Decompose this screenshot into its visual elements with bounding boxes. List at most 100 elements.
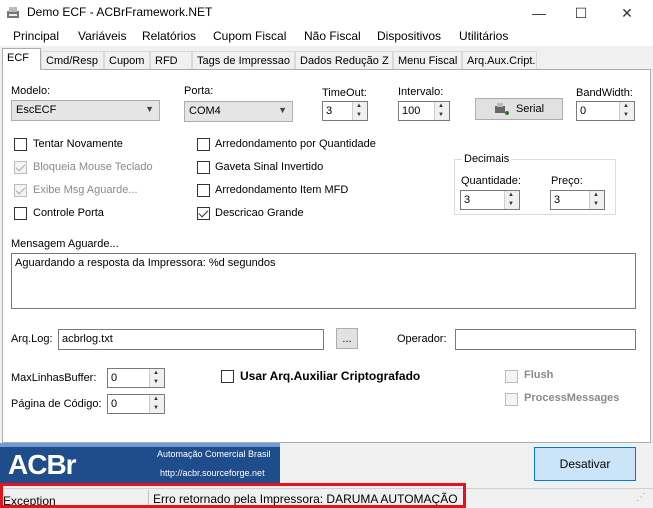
gaveta-sinal-label: Gaveta Sinal Invertido [215,161,324,173]
minimize-button[interactable]: — [516,0,562,26]
process-messages-checkbox[interactable] [505,393,518,406]
bloqueia-mouse-label: Bloqueia Mouse Teclado [33,161,153,173]
modelo-label: Modelo: [11,85,51,97]
timeout-spinner[interactable]: 3 ▲ ▼ [322,101,368,121]
spin-buttons[interactable]: ▲ ▼ [352,102,367,120]
resize-grip-icon[interactable]: ⋰ [636,492,646,503]
gaveta-sinal-checkbox[interactable] [197,161,210,174]
arredondamento-item-checkbox[interactable] [197,184,210,197]
menu-dispositivos[interactable]: Dispositivos [377,29,441,43]
desativar-label: Desativar [559,457,611,471]
quantidade-label: Quantidade: [461,175,521,187]
tab-arq-aux-cript[interactable]: Arq.Aux.Cript. [462,51,537,70]
modelo-value: EscECF [16,104,57,116]
usar-arq-auxiliar-label: Usar Arq.Auxiliar Criptografado [240,369,421,383]
acbr-logo: ACBr [8,449,77,480]
banner-stripe [0,443,280,447]
tentar-novamente-label: Tentar Novamente [33,138,123,150]
browse-label: ... [342,332,352,345]
close-button[interactable]: ✕ [604,0,650,26]
mensagem-textarea[interactable]: Aguardando a resposta da Impressora: %d … [11,253,636,309]
menu-variaveis[interactable]: Variáveis [78,29,126,43]
tab-rfd[interactable]: RFD [150,51,192,70]
usar-arq-auxiliar-checkbox[interactable] [221,370,234,383]
preco-label: Preço: [551,175,583,187]
quantidade-spinner[interactable]: 3 ▲ ▼ [460,190,520,210]
timeout-label: TimeOut: [322,87,367,99]
flush-label: Flush [524,369,554,381]
tab-dados-reducao-z[interactable]: Dados Redução Z [295,51,393,70]
serial-label: Serial [515,103,545,115]
menu-principal[interactable]: Principal [13,29,59,43]
tab-cmd-resp[interactable]: Cmd/Resp [41,51,104,70]
arredondamento-quantidade-checkbox[interactable] [197,138,210,151]
bandwidth-label: BandWidth: [576,87,633,99]
tentar-novamente-checkbox[interactable] [14,138,27,151]
timeout-value: 3 [326,105,333,117]
maxlinhas-label: MaxLinhasBuffer: [11,372,97,384]
tab-ecf[interactable]: ECF [2,48,41,70]
operador-label: Operador: [397,333,447,345]
error-highlight-box [0,483,466,508]
title-bar: Demo ECF - ACBrFramework.NET — ☐ ✕ [0,0,653,26]
mensagem-label: Mensagem Aguarde... [11,238,119,250]
arqlog-input[interactable]: acbrlog.txt [58,329,324,350]
tab-tags-impressao[interactable]: Tags de Impressao [192,51,295,70]
exibe-msg-label: Exibe Msg Aguarde... [33,184,138,196]
exibe-msg-checkbox[interactable] [14,184,27,197]
maximize-button[interactable]: ☐ [558,0,604,26]
acbr-banner: ACBr Automação Comercial Brasil http://a… [0,443,280,485]
intervalo-spinner[interactable]: 100 ▲ ▼ [398,101,450,121]
arredondamento-quantidade-label: Arredondamento por Quantidade [215,138,376,150]
descricao-grande-label: Descricao Grande [215,207,304,219]
quantidade-value: 3 [464,194,471,206]
spin-buttons[interactable]: ▲ ▼ [589,191,604,209]
menu-utilitarios[interactable]: Utilitários [459,29,508,43]
porta-label: Porta: [184,85,214,97]
porta-select[interactable]: COM4 ▼ [184,101,293,122]
desativar-button[interactable]: Desativar [534,447,636,481]
banner-line2[interactable]: http://acbr.sourceforge.net [160,468,265,478]
chevron-down-icon: ▼ [278,105,287,115]
intervalo-value: 100 [402,105,421,117]
menu-nao-fiscal[interactable]: Não Fiscal [304,29,361,43]
bandwidth-value: 0 [580,105,587,117]
app-icon [7,7,19,18]
flush-checkbox[interactable] [505,370,518,383]
mensagem-value: Aguardando a resposta da Impressora: %d … [15,257,276,269]
modelo-select[interactable]: EscECF ▼ [11,100,160,121]
controle-porta-checkbox[interactable] [14,207,27,220]
chevron-down-icon: ▼ [145,104,154,114]
preco-value: 3 [554,194,561,206]
pagina-codigo-spinner[interactable]: 0 ▲ ▼ [107,394,165,414]
tab-menu-fiscal[interactable]: Menu Fiscal [393,51,462,70]
decimais-title: Decimais [462,153,512,165]
preco-spinner[interactable]: 3 ▲ ▼ [550,190,605,210]
spin-buttons[interactable]: ▲ ▼ [504,191,519,209]
tab-cupom[interactable]: Cupom [104,51,150,70]
spin-buttons[interactable]: ▲ ▼ [619,102,634,120]
spin-buttons[interactable]: ▲ ▼ [149,369,164,387]
maxlinhas-spinner[interactable]: 0 ▲ ▼ [107,368,165,388]
descricao-grande-checkbox[interactable] [197,207,210,220]
porta-value: COM4 [189,105,221,117]
serial-button[interactable]: Serial [475,98,563,120]
menu-relatorios[interactable]: Relatórios [142,29,196,43]
pagina-codigo-label: Página de Código: [11,398,102,410]
controle-porta-label: Controle Porta [33,207,104,219]
browse-button[interactable]: ... [336,328,358,349]
process-messages-label: ProcessMessages [524,392,620,404]
serial-port-icon [494,103,509,115]
window-title: Demo ECF - ACBrFramework.NET [27,5,213,19]
bloqueia-mouse-checkbox[interactable] [14,161,27,174]
intervalo-label: Intervalo: [398,86,444,98]
menu-cupom-fiscal[interactable]: Cupom Fiscal [213,29,286,43]
menu-bar: Principal Variáveis Relatórios Cupom Fis… [0,26,653,46]
spin-buttons[interactable]: ▲ ▼ [149,395,164,413]
banner-line1: Automação Comercial Brasil [157,449,271,459]
bandwidth-spinner[interactable]: 0 ▲ ▼ [576,101,635,121]
maxlinhas-value: 0 [111,372,118,384]
spin-buttons[interactable]: ▲ ▼ [434,102,449,120]
arqlog-value: acbrlog.txt [62,333,113,345]
operador-input[interactable] [455,329,636,350]
